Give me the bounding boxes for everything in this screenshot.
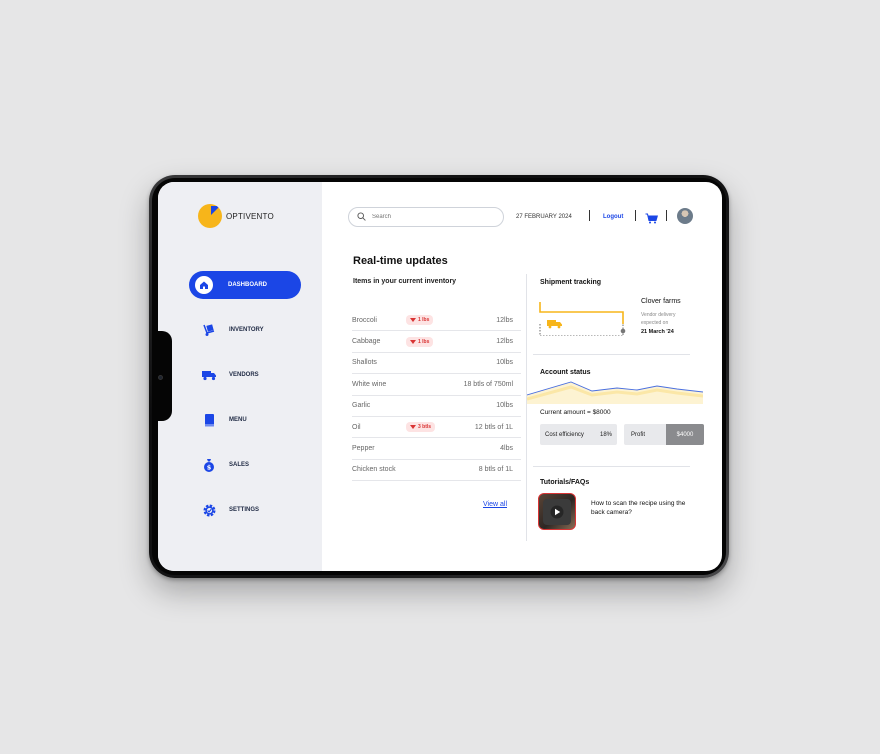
metric-value: 18% <box>599 431 612 438</box>
dolly-icon <box>201 322 217 338</box>
truck-icon <box>201 367 217 383</box>
sidebar-item-label: DASHBOARD <box>228 282 267 288</box>
sidebar-item-inventory[interactable]: INVENTORY <box>189 316 301 344</box>
inventory-subtitle: Items in your current inventory <box>353 278 457 285</box>
item-name: Oil <box>352 423 361 431</box>
item-name: Broccoli <box>352 316 377 324</box>
search-icon <box>357 208 366 226</box>
sidebar-item-label: MENU <box>229 417 247 423</box>
sidebar-nav: DASHBOARD INVENTORY VENDORS MENU $ SALES… <box>189 271 301 541</box>
item-quantity: 18 btls of 750ml <box>463 380 513 388</box>
sidebar-item-label: VENDORS <box>229 372 259 378</box>
table-row[interactable]: Pepper 4lbs <box>352 438 521 460</box>
profit-card: Profit $4000 <box>624 424 704 445</box>
home-icon <box>195 276 213 294</box>
table-row[interactable]: Shallots 10lbs <box>352 353 521 375</box>
metric-label: Profit <box>631 431 646 438</box>
logo[interactable]: OPTIVENTO <box>198 204 274 228</box>
badge-label: 1 lbs <box>418 317 430 324</box>
gear-icon <box>201 502 217 518</box>
tutorial-link[interactable]: How to scan the recipe using the back ca… <box>591 499 696 517</box>
current-amount: Current amount = $8000 <box>540 409 611 416</box>
app-screen: OPTIVENTO DASHBOARD INVENTORY VENDORS ME… <box>158 182 722 571</box>
vendor-name: Clover farms <box>641 298 681 305</box>
metric-value: $4000 <box>666 424 704 445</box>
panel-divider <box>526 274 527 541</box>
item-quantity: 10lbs <box>496 402 513 410</box>
camera-icon <box>158 375 163 380</box>
item-name: Cabbage <box>352 338 381 346</box>
item-quantity: 10lbs <box>496 359 513 367</box>
inventory-table: Broccoli 1 lbs 12lbs Cabbage 1 lbs 12lbs Shall… <box>352 310 521 482</box>
logout-link[interactable]: Logout <box>603 214 623 220</box>
badge-label: 1 lbs <box>418 338 430 345</box>
table-row[interactable]: Cabbage 1 lbs 12lbs <box>352 331 521 353</box>
money-bag-icon: $ <box>201 457 217 473</box>
tablet-device: OPTIVENTO DASHBOARD INVENTORY VENDORS ME… <box>149 175 729 578</box>
avatar[interactable] <box>677 208 693 224</box>
logo-icon <box>198 204 222 228</box>
search-bar[interactable] <box>348 207 504 227</box>
destination-pin-icon <box>620 328 626 334</box>
tutorial-thumbnail[interactable] <box>538 493 576 530</box>
divider <box>589 210 590 221</box>
sidebar-item-sales[interactable]: $ SALES <box>189 451 301 479</box>
item-quantity: 4lbs <box>500 445 513 453</box>
tutorials-title: Tutorials/FAQs <box>540 479 590 486</box>
down-arrow-icon <box>410 339 416 344</box>
camera-notch <box>152 331 172 421</box>
item-name: White wine <box>352 380 387 388</box>
metric-label: Cost efficiency <box>545 431 584 438</box>
shipment-route-map <box>539 302 626 336</box>
table-row[interactable]: Broccoli 1 lbs 12lbs <box>352 310 521 332</box>
search-input[interactable] <box>372 214 482 220</box>
cart-icon[interactable] <box>645 211 659 229</box>
book-icon <box>201 412 217 428</box>
sidebar-item-label: SALES <box>229 462 250 468</box>
table-row[interactable]: Garlic 10lbs <box>352 396 521 417</box>
sidebar: OPTIVENTO DASHBOARD INVENTORY VENDORS ME… <box>158 182 322 571</box>
item-quantity: 12 btls of 1L <box>474 423 513 431</box>
sidebar-item-label: SETTINGS <box>229 507 260 513</box>
table-row[interactable]: Oil 3 btls 12 btls of 1L <box>352 417 521 439</box>
play-icon <box>550 505 564 518</box>
item-name: Pepper <box>352 445 375 453</box>
divider <box>635 210 636 221</box>
view-all-link[interactable]: View all <box>483 501 507 508</box>
down-arrow-icon <box>410 425 416 430</box>
cost-efficiency-card: Cost efficiency 18% <box>540 424 617 445</box>
current-date: 27 FEBRUARY 2024 <box>516 214 572 220</box>
item-name: Chicken stock <box>352 466 396 474</box>
down-arrow-icon <box>410 318 416 323</box>
account-trend-chart <box>527 381 703 404</box>
item-quantity: 8 btls of 1L <box>478 466 513 474</box>
delivery-truck-icon <box>547 320 562 329</box>
divider <box>533 466 690 467</box>
logo-text: OPTIVENTO <box>226 211 274 221</box>
divider <box>666 210 667 221</box>
shipment-title: Shipment tracking <box>540 279 602 286</box>
item-quantity: 12lbs <box>496 338 513 346</box>
low-stock-badge: 3 btls <box>406 422 436 433</box>
table-row[interactable]: White wine 18 btls of 750ml <box>352 374 521 396</box>
sidebar-item-vendors[interactable]: VENDORS <box>189 361 301 389</box>
sidebar-item-label: INVENTORY <box>229 327 264 333</box>
delivery-note: Vendor delivery expected on <box>641 312 676 326</box>
sidebar-item-dashboard[interactable]: DASHBOARD <box>189 271 301 299</box>
svg-text:$: $ <box>207 464 212 472</box>
sidebar-item-settings[interactable]: SETTINGS <box>189 496 301 524</box>
table-row[interactable]: Chicken stock 8 btls of 1L <box>352 460 521 482</box>
item-name: Shallots <box>352 359 377 367</box>
video-frame <box>543 498 571 525</box>
delivery-date: 21 March '24 <box>641 329 674 335</box>
sidebar-item-menu[interactable]: MENU <box>189 406 301 434</box>
item-quantity: 12lbs <box>496 316 513 324</box>
badge-label: 3 btls <box>418 424 432 431</box>
low-stock-badge: 1 lbs <box>406 315 434 326</box>
page-title: Real-time updates <box>353 255 448 267</box>
item-name: Garlic <box>352 402 371 410</box>
low-stock-badge: 1 lbs <box>406 336 434 347</box>
account-title: Account status <box>540 369 591 376</box>
divider <box>533 354 690 355</box>
